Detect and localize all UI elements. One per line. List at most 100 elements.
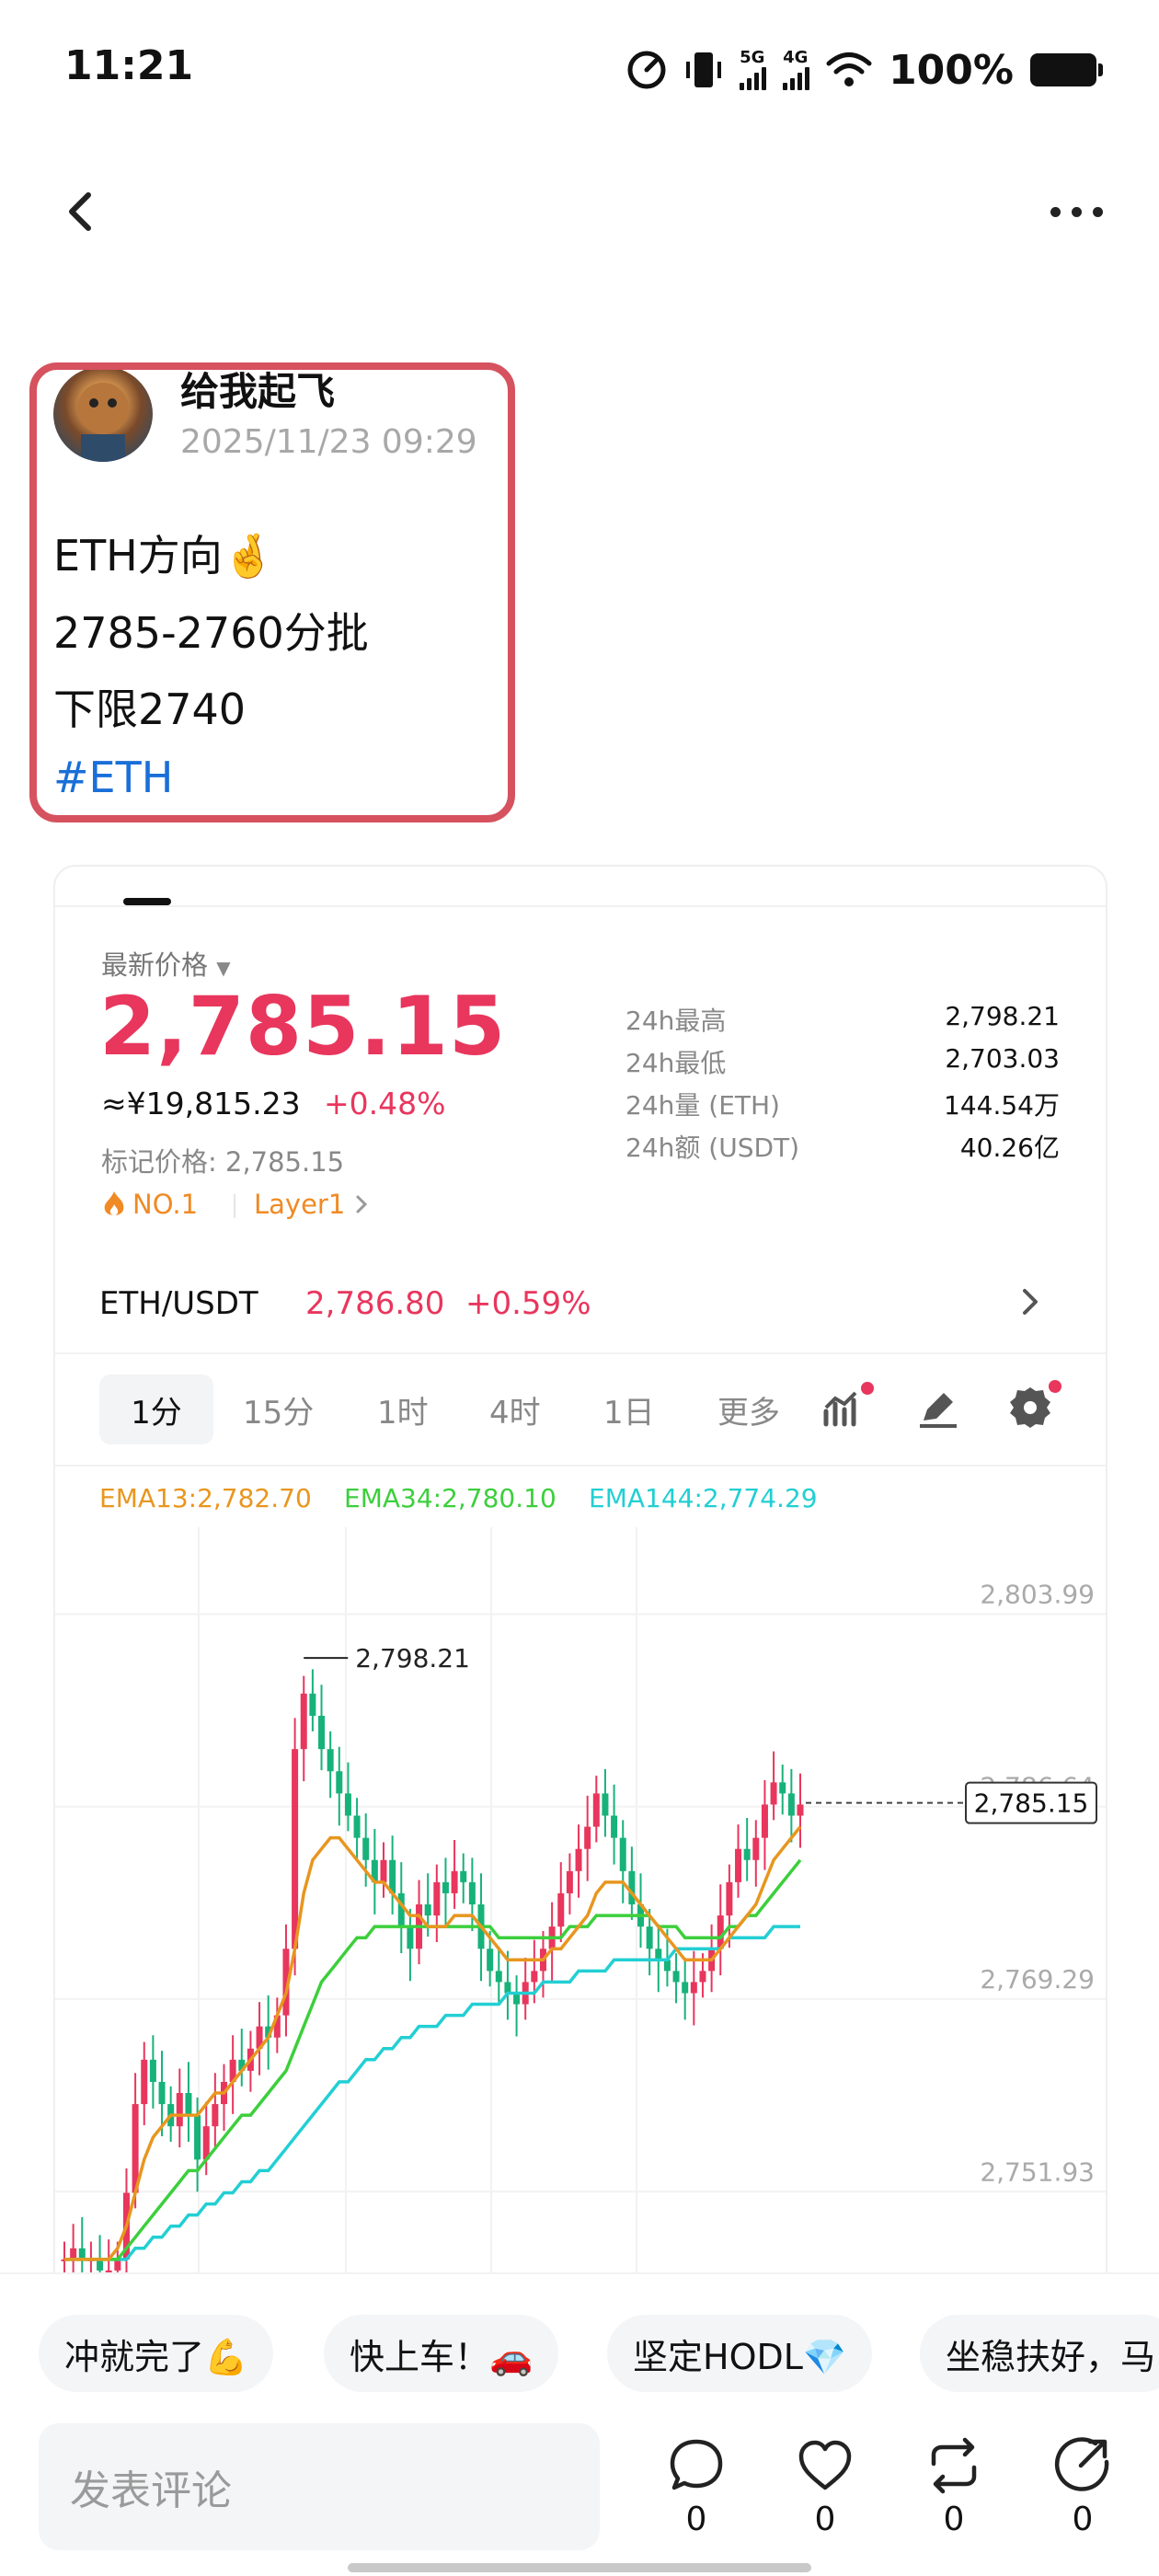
- candle-body: [531, 1971, 538, 1983]
- quick-reply-chip[interactable]: 快上车！🚗: [324, 2315, 559, 2392]
- comment-button[interactable]: 0: [655, 2436, 738, 2538]
- interval-tab-4h[interactable]: 4时: [489, 1387, 541, 1432]
- more-dot: [1092, 206, 1103, 217]
- repost-button[interactable]: 0: [912, 2436, 995, 2538]
- pair-name: ETH/USDT: [99, 1285, 258, 1322]
- network-4g-label: 4G: [783, 48, 809, 67]
- candle-body: [735, 1848, 742, 1882]
- interval-tab-1d[interactable]: 1日: [603, 1387, 655, 1432]
- caret-down-icon: ▼: [216, 957, 231, 979]
- stat-label: 24h最低: [625, 1048, 727, 1078]
- category-badge[interactable]: Layer1: [254, 1189, 371, 1220]
- pair-change: +0.59%: [465, 1285, 591, 1322]
- candle-body: [424, 1904, 431, 1916]
- card-tab-indicator: [123, 898, 171, 905]
- interval-tab-more[interactable]: 更多: [717, 1387, 780, 1432]
- candle-body: [318, 1716, 326, 1750]
- heart-icon: [798, 2440, 852, 2490]
- ema144-label: EMA144:2,774.29: [589, 1483, 818, 1513]
- comment-input[interactable]: 发表评论: [39, 2423, 600, 2550]
- stat-label: 24h最高: [625, 1006, 727, 1036]
- stat-value: 40.26亿: [959, 1133, 1060, 1163]
- stat-label: 24h额 (USDT): [625, 1133, 800, 1163]
- rank-badge[interactable]: NO.1: [101, 1189, 198, 1220]
- category-label: Layer1: [254, 1189, 346, 1220]
- quick-reply-chip[interactable]: 坚定HODL💎: [607, 2315, 873, 2392]
- kline-chart[interactable]: 2,803.992,786.642,769.292,751.932,798.21…: [55, 1527, 1106, 2282]
- candle-body: [752, 1837, 760, 1860]
- candle-body: [70, 2248, 77, 2260]
- interval-tab-1h[interactable]: 1时: [377, 1387, 429, 1432]
- candle-body: [407, 1926, 414, 1949]
- latest-price: 2,785.15: [99, 979, 507, 1074]
- network-5g-label: 5G: [740, 48, 765, 67]
- y-tick-label: 2,769.29: [980, 1964, 1095, 1995]
- notification-dot: [861, 1382, 874, 1395]
- network-4g-icon: 4G: [783, 48, 810, 90]
- candle-body: [770, 1782, 777, 1805]
- back-button[interactable]: [55, 184, 110, 239]
- candle-body: [495, 1971, 502, 1983]
- candle-body: [611, 1815, 618, 1838]
- quick-reply-chip[interactable]: 坐稳扶好，马: [920, 2315, 1159, 2392]
- comment-icon: [670, 2439, 723, 2490]
- interval-tab-1m[interactable]: 1分: [99, 1374, 213, 1444]
- candle-body: [451, 1870, 458, 1893]
- candle-body: [468, 1881, 476, 1904]
- stat-label: 24h量 (ETH): [625, 1090, 780, 1121]
- candle-body: [185, 2093, 192, 2116]
- candle-body: [504, 1982, 511, 1994]
- notification-dot: [1049, 1380, 1061, 1393]
- candle-body: [362, 1837, 370, 1860]
- status-time: 11:21: [64, 42, 194, 89]
- more-button[interactable]: [1039, 193, 1113, 230]
- last-price-label: 2,785.15: [974, 1788, 1089, 1819]
- chevron-right-icon[interactable]: [1012, 1283, 1049, 1320]
- candle-body: [212, 2104, 219, 2127]
- chart-settings-button[interactable]: [1006, 1380, 1061, 1432]
- interval-tab-15m[interactable]: 15分: [243, 1387, 314, 1432]
- candle-body: [761, 1804, 768, 1838]
- vibrate-icon: [686, 52, 722, 87]
- like-count: 0: [814, 2501, 836, 2538]
- candle-body: [628, 1870, 636, 1904]
- pen-icon: [920, 1393, 957, 1428]
- candle-body: [575, 1848, 582, 1871]
- share-button[interactable]: 0: [1041, 2436, 1124, 2538]
- candle-body: [797, 1804, 804, 1816]
- ema13-label: EMA13:2,782.70: [99, 1483, 312, 1513]
- draw-button[interactable]: [914, 1384, 962, 1432]
- chevron-left-icon: [69, 192, 91, 231]
- badge-divider: [234, 1194, 235, 1218]
- quick-reply-chip[interactable]: 冲就完了💪: [39, 2315, 274, 2392]
- candle-body: [194, 2115, 201, 2160]
- candle-body: [690, 1982, 697, 1994]
- like-button[interactable]: 0: [784, 2436, 866, 2538]
- latest-price-label[interactable]: 最新价格 ▼: [101, 944, 231, 983]
- candle-body: [557, 1892, 565, 1927]
- candle-body: [158, 2081, 166, 2105]
- indicator-button[interactable]: [820, 1382, 874, 1432]
- price-change: +0.48%: [324, 1086, 446, 1121]
- comment-count: 0: [685, 2501, 707, 2538]
- candle-body: [141, 2059, 148, 2105]
- share-count: 0: [1072, 2501, 1094, 2538]
- wifi-icon: [826, 52, 872, 86]
- y-tick-label: 2,803.99: [980, 1579, 1095, 1609]
- candle-body: [699, 1971, 706, 1983]
- candle-body: [300, 1693, 307, 1750]
- network-5g-icon: 5G: [740, 48, 767, 90]
- candle-body: [176, 2093, 183, 2127]
- stat-value: 144.54万: [944, 1090, 1060, 1121]
- candle-body: [602, 1793, 609, 1816]
- y-tick-label: 2,751.93: [980, 2156, 1095, 2187]
- stat-value: 2,703.03: [945, 1043, 1060, 1074]
- candle-body: [779, 1782, 786, 1794]
- gear-icon: [1010, 1387, 1050, 1428]
- candle-body: [397, 1892, 405, 1927]
- home-indicator: [348, 2563, 811, 2572]
- post-highlight-box: [29, 362, 515, 822]
- repost-icon: [931, 2437, 977, 2494]
- candle-body: [460, 1870, 467, 1882]
- ema34-label: EMA34:2,780.10: [344, 1483, 557, 1513]
